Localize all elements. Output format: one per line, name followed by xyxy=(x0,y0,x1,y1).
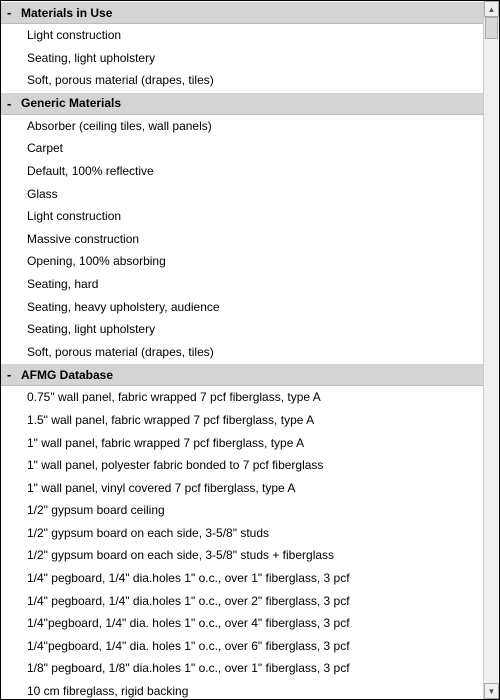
list-item[interactable]: 1/4" pegboard, 1/4" dia.holes 1" o.c., o… xyxy=(1,590,483,613)
group-title: Generic Materials xyxy=(21,96,121,110)
list-item[interactable]: 1/8" pegboard, 1/8" dia.holes 1" o.c., o… xyxy=(1,657,483,680)
vertical-scrollbar[interactable]: ▲ ▼ xyxy=(483,1,499,699)
list-item[interactable]: Soft, porous material (drapes, tiles) xyxy=(1,341,483,364)
group-header-materials-in-use[interactable]: -Materials in Use xyxy=(1,1,483,24)
list-item[interactable]: 1" wall panel, fabric wrapped 7 pcf fibe… xyxy=(1,432,483,455)
list-item[interactable]: 0.75" wall panel, fabric wrapped 7 pcf f… xyxy=(1,386,483,409)
collapse-icon: - xyxy=(7,96,21,111)
list-item[interactable]: Massive construction xyxy=(1,228,483,251)
group-title: Materials in Use xyxy=(21,6,112,20)
scroll-up-button[interactable]: ▲ xyxy=(484,1,499,17)
list-item[interactable]: Seating, hard xyxy=(1,273,483,296)
list-item[interactable]: Opening, 100% absorbing xyxy=(1,250,483,273)
collapse-icon: - xyxy=(7,367,21,382)
list-item[interactable]: 1/2" gypsum board on each side, 3-5/8" s… xyxy=(1,544,483,567)
list-item[interactable]: 1/2" gypsum board ceiling xyxy=(1,499,483,522)
list-item[interactable]: Light construction xyxy=(1,205,483,228)
list-item[interactable]: 1" wall panel, vinyl covered 7 pcf fiber… xyxy=(1,477,483,500)
group-title: AFMG Database xyxy=(21,368,113,382)
group-header-generic-materials[interactable]: -Generic Materials xyxy=(1,92,483,115)
list-item[interactable]: Soft, porous material (drapes, tiles) xyxy=(1,69,483,92)
scroll-track[interactable] xyxy=(484,17,499,683)
materials-tree: -Materials in UseLight constructionSeati… xyxy=(1,1,483,699)
list-item[interactable]: 1.5" wall panel, fabric wrapped 7 pcf fi… xyxy=(1,409,483,432)
list-item[interactable]: Seating, light upholstery xyxy=(1,318,483,341)
list-item[interactable]: 1" wall panel, polyester fabric bonded t… xyxy=(1,454,483,477)
list-item[interactable]: Carpet xyxy=(1,137,483,160)
list-item[interactable]: Light construction xyxy=(1,24,483,47)
group-header-afmg-database[interactable]: -AFMG Database xyxy=(1,363,483,386)
list-item[interactable]: 1/4"pegboard, 1/4" dia. holes 1" o.c., o… xyxy=(1,612,483,635)
list-item[interactable]: Seating, heavy upholstery, audience xyxy=(1,296,483,319)
list-item[interactable]: Default, 100% reflective xyxy=(1,160,483,183)
scroll-down-button[interactable]: ▼ xyxy=(484,683,499,699)
scroll-thumb[interactable] xyxy=(485,17,498,39)
list-item[interactable]: 10 cm fibreglass, rigid backing xyxy=(1,680,483,699)
list-item[interactable]: 1/4"pegboard, 1/4" dia. holes 1" o.c., o… xyxy=(1,635,483,658)
list-item[interactable]: 1/4" pegboard, 1/4" dia.holes 1" o.c., o… xyxy=(1,567,483,590)
list-item[interactable]: Glass xyxy=(1,183,483,206)
list-item[interactable]: Absorber (ceiling tiles, wall panels) xyxy=(1,115,483,138)
list-item[interactable]: Seating, light upholstery xyxy=(1,47,483,70)
list-item[interactable]: 1/2" gypsum board on each side, 3-5/8" s… xyxy=(1,522,483,545)
collapse-icon: - xyxy=(7,5,21,20)
